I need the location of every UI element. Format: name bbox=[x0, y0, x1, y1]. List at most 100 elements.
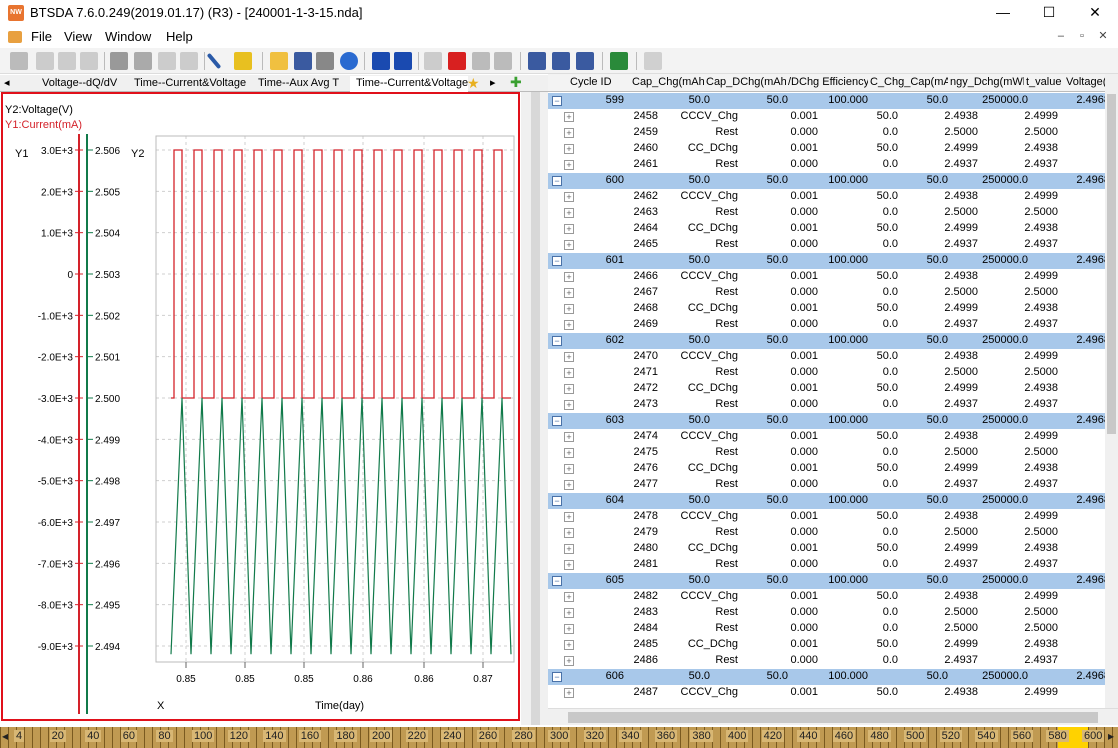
document-icon[interactable] bbox=[8, 31, 22, 43]
step-row[interactable]: +2465 Rest 0.000 0.0 2.4937 2.4937 bbox=[548, 237, 1108, 253]
zoom-out-icon[interactable] bbox=[80, 52, 98, 70]
expand-icon[interactable]: + bbox=[564, 160, 574, 170]
step-row[interactable]: +2476 CC_DChg 0.001 50.0 2.4999 2.4938 bbox=[548, 461, 1108, 477]
step-row[interactable]: +2479 Rest 0.000 0.0 2.5000 2.5000 bbox=[548, 525, 1108, 541]
undo-icon[interactable] bbox=[158, 52, 176, 70]
expand-icon[interactable]: + bbox=[564, 112, 574, 122]
menu-help[interactable]: Help bbox=[166, 29, 193, 44]
chart-panel[interactable]: Y2:Voltage(V) Y1:Current(mA) Y1 Y2 X Tim… bbox=[1, 92, 520, 721]
step-row[interactable]: +2483 Rest 0.000 0.0 2.5000 2.5000 bbox=[548, 605, 1108, 621]
expand-icon[interactable]: + bbox=[564, 144, 574, 154]
expand-icon[interactable]: + bbox=[564, 640, 574, 650]
expand-icon[interactable]: + bbox=[564, 432, 574, 442]
expand-icon[interactable]: + bbox=[564, 608, 574, 618]
expand-icon[interactable]: + bbox=[564, 304, 574, 314]
pin-icon[interactable] bbox=[448, 52, 466, 70]
save-icon[interactable] bbox=[294, 52, 312, 70]
step-row[interactable]: +2466 CCCV_Chg 0.001 50.0 2.4938 2.4999 bbox=[548, 269, 1108, 285]
expand-icon[interactable]: + bbox=[564, 352, 574, 362]
menu-view[interactable]: View bbox=[64, 29, 92, 44]
step-row[interactable]: +2475 Rest 0.000 0.0 2.5000 2.5000 bbox=[548, 445, 1108, 461]
expand-icon[interactable]: + bbox=[564, 480, 574, 490]
step-row[interactable]: +2462 CCCV_Chg 0.001 50.0 2.4938 2.4999 bbox=[548, 189, 1108, 205]
step-row[interactable]: +2461 Rest 0.000 0.0 2.4937 2.4937 bbox=[548, 157, 1108, 173]
step-row[interactable]: +2471 Rest 0.000 0.0 2.5000 2.5000 bbox=[548, 365, 1108, 381]
expand-icon[interactable]: + bbox=[564, 592, 574, 602]
column-header[interactable]: /DChg Efficiency bbox=[788, 76, 868, 88]
language-icon[interactable] bbox=[424, 52, 442, 70]
column-header[interactable]: Cap_Chg(mAh) bbox=[632, 76, 704, 88]
step-row[interactable]: +2481 Rest 0.000 0.0 2.4937 2.4937 bbox=[548, 557, 1108, 573]
step-row[interactable]: +2467 Rest 0.000 0.0 2.5000 2.5000 bbox=[548, 285, 1108, 301]
record-ruler[interactable]: ◂ ▸ 4 20 40 60 80 100 120 140 160 180 200 220 240 260… bbox=[0, 727, 1118, 748]
step-row[interactable]: +2469 Rest 0.000 0.0 2.4937 2.4937 bbox=[548, 317, 1108, 333]
expand-icon[interactable]: + bbox=[564, 624, 574, 634]
step-row[interactable]: +2459 Rest 0.000 0.0 2.5000 2.5000 bbox=[548, 125, 1108, 141]
excel-export-icon[interactable] bbox=[610, 52, 628, 70]
step-row[interactable]: +2484 Rest 0.000 0.0 2.5000 2.5000 bbox=[548, 621, 1108, 637]
step-row[interactable]: +2485 CC_DChg 0.001 50.0 2.4999 2.4938 bbox=[548, 637, 1108, 653]
layout-1-icon[interactable] bbox=[528, 52, 546, 70]
cycle-row[interactable]: −603 50.0 50.0 100.000 50.0 250000.0 2.4968 bbox=[548, 413, 1110, 429]
close-button[interactable]: ✕ bbox=[1072, 0, 1118, 26]
cycle-row[interactable]: −601 50.0 50.0 100.000 50.0 250000.0 2.4968 bbox=[548, 253, 1110, 269]
report-icon[interactable] bbox=[644, 52, 662, 70]
step-row[interactable]: +2468 CC_DChg 0.001 50.0 2.4999 2.4938 bbox=[548, 301, 1108, 317]
collapse-icon[interactable]: − bbox=[552, 416, 562, 426]
step-row[interactable]: +2472 CC_DChg 0.001 50.0 2.4999 2.4938 bbox=[548, 381, 1108, 397]
step-row[interactable]: +2470 CCCV_Chg 0.001 50.0 2.4938 2.4999 bbox=[548, 349, 1108, 365]
collapse-icon[interactable]: − bbox=[552, 336, 562, 346]
tab-time-current-voltage-2[interactable]: Time--Current&Voltage bbox=[350, 76, 468, 92]
tab-time-aux-avg-t[interactable]: Time--Aux Avg T bbox=[252, 76, 346, 92]
expand-icon[interactable]: + bbox=[564, 544, 574, 554]
maximize-button[interactable]: ☐ bbox=[1026, 0, 1072, 26]
expand-icon[interactable]: + bbox=[564, 384, 574, 394]
grid-view-icon[interactable] bbox=[134, 52, 152, 70]
mdi-close-button[interactable]: ✕ bbox=[1094, 29, 1112, 42]
help-icon[interactable] bbox=[340, 52, 358, 70]
column-header[interactable]: Cycle ID bbox=[570, 76, 630, 88]
column-header[interactable]: C_Chg_Cap(mAh) bbox=[870, 76, 948, 88]
step-row[interactable]: +2464 CC_DChg 0.001 50.0 2.4999 2.4938 bbox=[548, 221, 1108, 237]
step-row[interactable]: +2486 Rest 0.000 0.0 2.4937 2.4937 bbox=[548, 653, 1108, 669]
expand-icon[interactable]: + bbox=[564, 560, 574, 570]
chart-plot[interactable]: 3.0E+3 2.0E+3 1.0E+3 0 -1.0E+3 -2.0E+3 -3.0E+3… bbox=[3, 94, 518, 719]
step-row[interactable]: +2482 CCCV_Chg 0.001 50.0 2.4938 2.4999 bbox=[548, 589, 1108, 605]
expand-icon[interactable]: + bbox=[564, 272, 574, 282]
minimize-button[interactable]: — bbox=[980, 0, 1026, 26]
cycle-row[interactable]: −606 50.0 50.0 100.000 50.0 250000.0 2.4968 bbox=[548, 669, 1110, 685]
tab-time-current-voltage-1[interactable]: Time--Current&Voltage bbox=[128, 76, 252, 92]
menu-file[interactable]: File bbox=[31, 29, 52, 44]
redo-icon[interactable] bbox=[180, 52, 198, 70]
expand-icon[interactable]: + bbox=[564, 688, 574, 698]
prev-arrow-icon[interactable] bbox=[372, 52, 390, 70]
step-row[interactable]: +2480 CC_DChg 0.001 50.0 2.4999 2.4938 bbox=[548, 541, 1108, 557]
cycle-row[interactable]: −602 50.0 50.0 100.000 50.0 250000.0 2.4968 bbox=[548, 333, 1110, 349]
expand-icon[interactable]: + bbox=[564, 400, 574, 410]
collapse-icon[interactable]: − bbox=[552, 96, 562, 106]
expand-icon[interactable]: + bbox=[564, 192, 574, 202]
step-row[interactable]: +2463 Rest 0.000 0.0 2.5000 2.5000 bbox=[548, 205, 1108, 221]
cycle-row[interactable]: −604 50.0 50.0 100.000 50.0 250000.0 2.4968 bbox=[548, 493, 1110, 509]
next-arrow-icon[interactable] bbox=[394, 52, 412, 70]
expand-icon[interactable]: + bbox=[564, 368, 574, 378]
layout-2-icon[interactable] bbox=[552, 52, 570, 70]
expand-icon[interactable]: + bbox=[564, 240, 574, 250]
collapse-icon[interactable]: − bbox=[552, 672, 562, 682]
expand-icon[interactable]: + bbox=[564, 288, 574, 298]
collapse-icon[interactable]: − bbox=[552, 176, 562, 186]
step-row[interactable]: +2477 Rest 0.000 0.0 2.4937 2.4937 bbox=[548, 477, 1108, 493]
mdi-restore-button[interactable]: ▫ bbox=[1073, 30, 1091, 42]
step-row[interactable]: +2473 Rest 0.000 0.0 2.4937 2.4937 bbox=[548, 397, 1108, 413]
star-icon[interactable]: ★ bbox=[467, 75, 480, 92]
zoom-in-icon[interactable] bbox=[58, 52, 76, 70]
column-header[interactable]: Cap_DChg(mAh) bbox=[706, 76, 786, 88]
step-row[interactable]: +2487 CCCV_Chg 0.001 50.0 2.4938 2.4999 bbox=[548, 685, 1108, 701]
list-icon[interactable] bbox=[472, 52, 490, 70]
step-row[interactable]: +2474 CCCV_Chg 0.001 50.0 2.4938 2.4999 bbox=[548, 429, 1108, 445]
tab-scroll-left-icon[interactable]: ◂ bbox=[4, 76, 10, 89]
table-icon[interactable] bbox=[494, 52, 512, 70]
expand-icon[interactable]: + bbox=[564, 224, 574, 234]
ruler-left-arrow-icon[interactable]: ◂ bbox=[2, 729, 8, 743]
cycle-row[interactable]: −599 50.0 50.0 100.000 50.0 250000.0 2.4968 bbox=[548, 93, 1110, 109]
